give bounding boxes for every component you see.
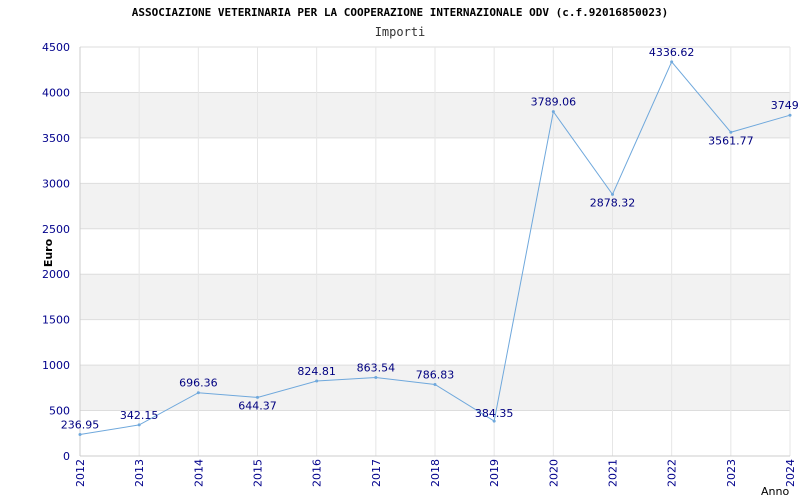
data-label: 342.15 (120, 409, 159, 422)
y-axis-title: Euro (42, 238, 55, 267)
data-point (433, 382, 437, 386)
x-tick-label: 2020 (547, 459, 560, 487)
data-point (374, 376, 378, 380)
data-label: 384.35 (475, 407, 514, 420)
data-point (551, 110, 555, 114)
data-label: 696.36 (179, 377, 218, 390)
data-label: 3789.06 (531, 96, 577, 109)
data-label: 3749.7 (771, 99, 800, 112)
x-tick-label: 2016 (311, 459, 324, 487)
data-point (137, 423, 141, 427)
y-tick-label: 2000 (42, 268, 70, 281)
y-tick-label: 4500 (42, 41, 70, 54)
data-label: 4336.62 (649, 46, 695, 59)
data-label: 786.83 (416, 368, 455, 381)
data-point (78, 432, 82, 436)
x-tick-label: 2018 (429, 459, 442, 487)
y-tick-label: 0 (63, 450, 70, 463)
x-tick-label: 2022 (666, 459, 679, 487)
y-tick-label: 1500 (42, 314, 70, 327)
data-label: 824.81 (297, 365, 336, 378)
y-tick-label: 3000 (42, 177, 70, 190)
data-point (788, 113, 792, 117)
x-tick-label: 2019 (488, 459, 501, 487)
y-tick-label: 500 (49, 405, 70, 418)
data-label: 644.37 (238, 399, 277, 412)
y-tick-label: 3500 (42, 132, 70, 145)
y-tick-label: 1000 (42, 359, 70, 372)
data-label: 2878.32 (590, 196, 636, 209)
data-point (315, 379, 319, 383)
x-axis-title: Anno (761, 485, 789, 498)
y-tick-label: 2500 (42, 223, 70, 236)
x-tick-label: 2017 (370, 459, 383, 487)
x-tick-label: 2012 (74, 459, 87, 487)
data-label: 236.95 (61, 418, 100, 431)
chart: ASSOCIAZIONE VETERINARIA PER LA COOPERAZ… (0, 0, 800, 500)
plot-area: 0 500 1000 1500 2000 2500 3000 3500 4000 4500 2012… (42, 41, 800, 498)
x-tick-label: 2021 (607, 459, 620, 487)
data-label: 863.54 (357, 362, 396, 375)
data-point (670, 60, 674, 64)
x-tick-label: 2013 (133, 459, 146, 487)
x-tick-label: 2015 (252, 459, 265, 487)
y-tick-label: 4000 (42, 86, 70, 99)
x-tick-label: 2014 (192, 459, 205, 487)
data-point (196, 391, 200, 395)
data-label: 3561.77 (708, 134, 754, 147)
x-tick-label: 2024 (784, 459, 797, 487)
x-tick-label: 2023 (725, 459, 738, 487)
